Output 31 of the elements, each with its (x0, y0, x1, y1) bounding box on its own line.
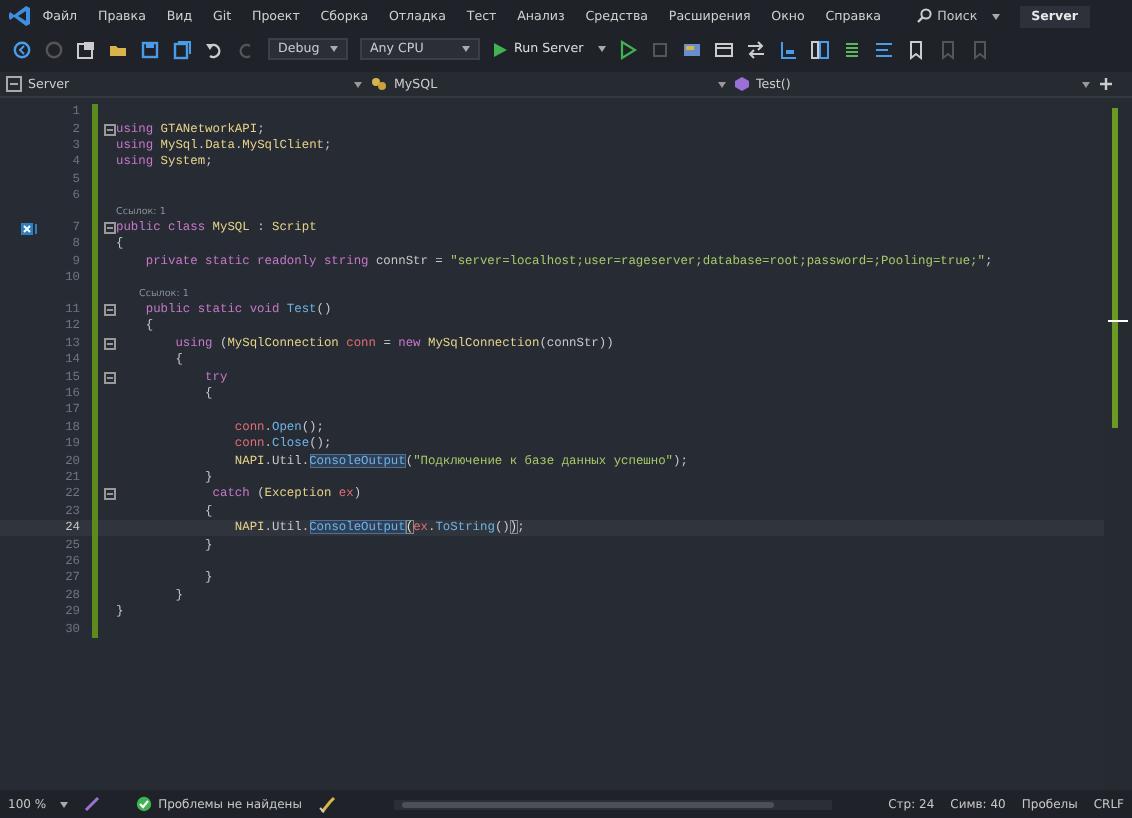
collapse-icon[interactable] (104, 371, 116, 384)
columns-icon[interactable] (809, 39, 830, 59)
split-icon[interactable] (1098, 76, 1114, 92)
brush-icon[interactable] (84, 796, 101, 812)
bookmark-icon[interactable] (905, 39, 926, 59)
swap-icon[interactable] (745, 39, 766, 59)
list-icon[interactable] (841, 39, 862, 59)
collapse-icon[interactable] (104, 222, 116, 235)
save-icon[interactable] (140, 39, 160, 59)
collapse-icon[interactable] (104, 488, 116, 501)
cleanup-brush-icon[interactable] (317, 795, 338, 813)
play-outline-icon[interactable] (617, 39, 638, 59)
check-circle-icon (136, 796, 153, 812)
window-icon[interactable] (681, 39, 702, 59)
undo-icon[interactable] (204, 39, 224, 59)
back-icon[interactable] (12, 39, 32, 59)
layout-icon[interactable] (713, 39, 734, 59)
search-icon (915, 8, 932, 24)
horizontal-scrollbar[interactable] (393, 799, 833, 809)
chart-icon[interactable] (777, 39, 798, 59)
method-icon (734, 76, 750, 92)
collapse-icon[interactable] (104, 337, 116, 350)
collapse-icon[interactable] (104, 123, 116, 136)
collapse-icon[interactable] (104, 304, 116, 317)
test-marker-icon[interactable] (20, 221, 38, 236)
save-all-icon[interactable] (172, 39, 192, 59)
app-logo-icon[interactable] (8, 4, 32, 28)
play-icon (492, 41, 508, 57)
new-item-icon[interactable] (76, 39, 96, 59)
comment-icon[interactable] (873, 39, 894, 59)
class-icon (370, 76, 388, 92)
